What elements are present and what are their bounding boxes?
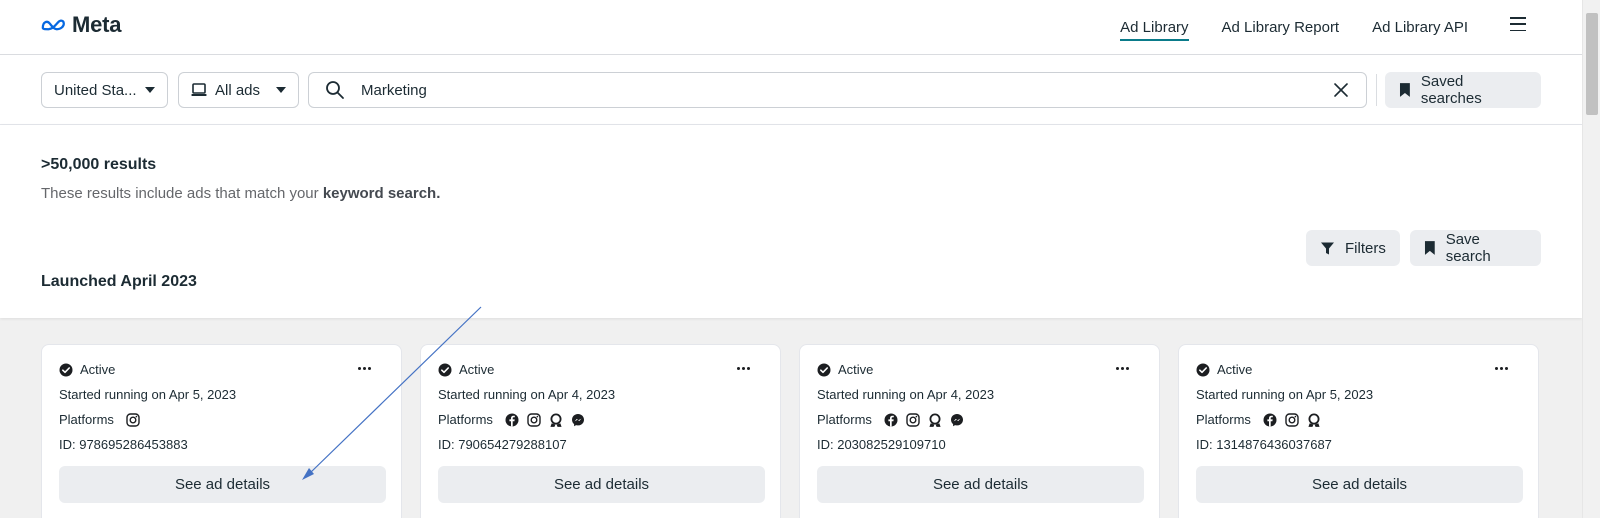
status-row: Active [438,362,494,377]
instagram-icon [906,412,920,427]
start-date: Started running on Apr 5, 2023 [59,387,237,402]
top-nav: Meta Ad Library Ad Library Report Ad Lib… [0,0,1582,55]
ad-id: ID: 978695286453883 [59,437,188,452]
caret-down-icon [145,87,155,93]
platforms-row: Platforms [817,412,964,427]
more-options-icon[interactable] [737,367,750,370]
platforms-row: Platforms [438,412,585,427]
scrollbar[interactable] [1582,0,1600,518]
instagram-icon [527,412,541,427]
audience-network-icon [929,413,941,427]
facebook-icon [505,413,519,426]
facebook-icon [884,413,898,426]
status-row: Active [59,362,115,377]
search-box[interactable] [308,72,1367,108]
results-note-bold: keyword search. [322,185,441,202]
ad-card: Active Started running on Apr 4, 2023 Pl… [420,344,781,518]
start-date: Started running on Apr 4, 2023 [817,387,995,402]
nav-links: Ad Library Ad Library Report Ad Library … [1120,0,1468,54]
page: Meta Ad Library Ad Library Report Ad Lib… [0,0,1582,518]
see-ad-details-button[interactable]: See ad details [59,466,386,503]
status-row: Active [1196,362,1252,377]
more-options-icon[interactable] [358,367,371,370]
facebook-icon [1263,413,1277,426]
ad-cards: Active Started running on Apr 5, 2023 Pl… [41,344,1541,518]
platforms-label: Platforms [817,412,872,427]
ad-id: ID: 203082529109710 [817,437,946,452]
see-ad-details-button[interactable]: See ad details [438,466,765,503]
country-select[interactable]: United Sta... [41,72,168,108]
saved-searches-button[interactable]: Saved searches [1385,72,1541,108]
platforms-row: Platforms [1196,412,1321,427]
more-options-icon[interactable] [1116,367,1129,370]
meta-infinity-icon [41,19,65,31]
check-circle-icon [817,363,831,376]
results-header: >50,000 results These results include ad… [0,125,1582,318]
status-row: Active [817,362,873,377]
section-title: Launched April 2023 [41,273,197,290]
ad-card: Active Started running on Apr 5, 2023 Pl… [41,344,402,518]
instagram-icon [126,412,140,427]
laptop-icon [191,83,207,96]
status-label: Active [80,362,116,377]
bookmark-icon [1424,241,1435,255]
ad-card: Active Started running on Apr 4, 2023 Pl… [799,344,1160,518]
platforms-label: Platforms [438,412,493,427]
nav-ad-library-report[interactable]: Ad Library Report [1222,0,1340,54]
menu-icon[interactable] [1510,17,1526,31]
check-circle-icon [59,363,73,376]
audience-network-icon [550,413,562,427]
results-note-text: These results include ads that match you… [41,185,323,202]
search-icon [326,81,344,99]
divider [1376,74,1377,106]
results-count: >50,000 results [41,156,157,173]
ad-id: ID: 1314876436037687 [1196,437,1332,452]
audience-network-icon [1308,413,1320,427]
start-date: Started running on Apr 5, 2023 [1196,387,1374,402]
caret-down-icon [276,87,286,93]
meta-logo[interactable]: Meta [40,12,122,38]
check-circle-icon [1196,363,1210,376]
ad-type-value: All ads [215,81,261,99]
instagram-icon [1285,412,1299,427]
filters-button[interactable]: Filters [1306,230,1400,266]
nav-ad-library[interactable]: Ad Library [1120,0,1189,54]
ad-card: Active Started running on Apr 5, 2023 Pl… [1178,344,1539,518]
ad-id: ID: 790654279288107 [438,437,567,452]
results-note: These results include ads that match you… [41,185,440,202]
status-label: Active [838,362,874,377]
messenger-icon [571,413,584,426]
bookmark-icon [1399,83,1410,97]
save-search-label: Save search [1445,231,1491,265]
check-circle-icon [438,363,452,376]
logo-text: Meta [72,12,122,37]
save-search-button[interactable]: Save search [1410,230,1541,266]
platforms-row: Platforms [59,412,140,427]
search-bar-row: United Sta... All ads Marketing Saved se… [0,55,1582,125]
saved-searches-label: Saved searches [1420,73,1482,107]
search-input[interactable] [361,81,1261,99]
platforms-label: Platforms [59,412,114,427]
nav-ad-library-api[interactable]: Ad Library API [1372,0,1468,54]
scrollbar-thumb[interactable] [1586,13,1598,115]
filter-icon [1321,242,1334,254]
country-value: United Sta... [54,81,137,99]
ad-type-select[interactable]: All ads [178,72,299,108]
see-ad-details-button[interactable]: See ad details [817,466,1144,503]
status-label: Active [1217,362,1253,377]
filters-label: Filters [1345,239,1386,257]
start-date: Started running on Apr 4, 2023 [438,387,616,402]
clear-icon[interactable] [1332,81,1350,99]
more-options-icon[interactable] [1495,367,1508,370]
see-ad-details-button[interactable]: See ad details [1196,466,1523,503]
status-label: Active [459,362,495,377]
messenger-icon [950,413,963,426]
platforms-label: Platforms [1196,412,1251,427]
